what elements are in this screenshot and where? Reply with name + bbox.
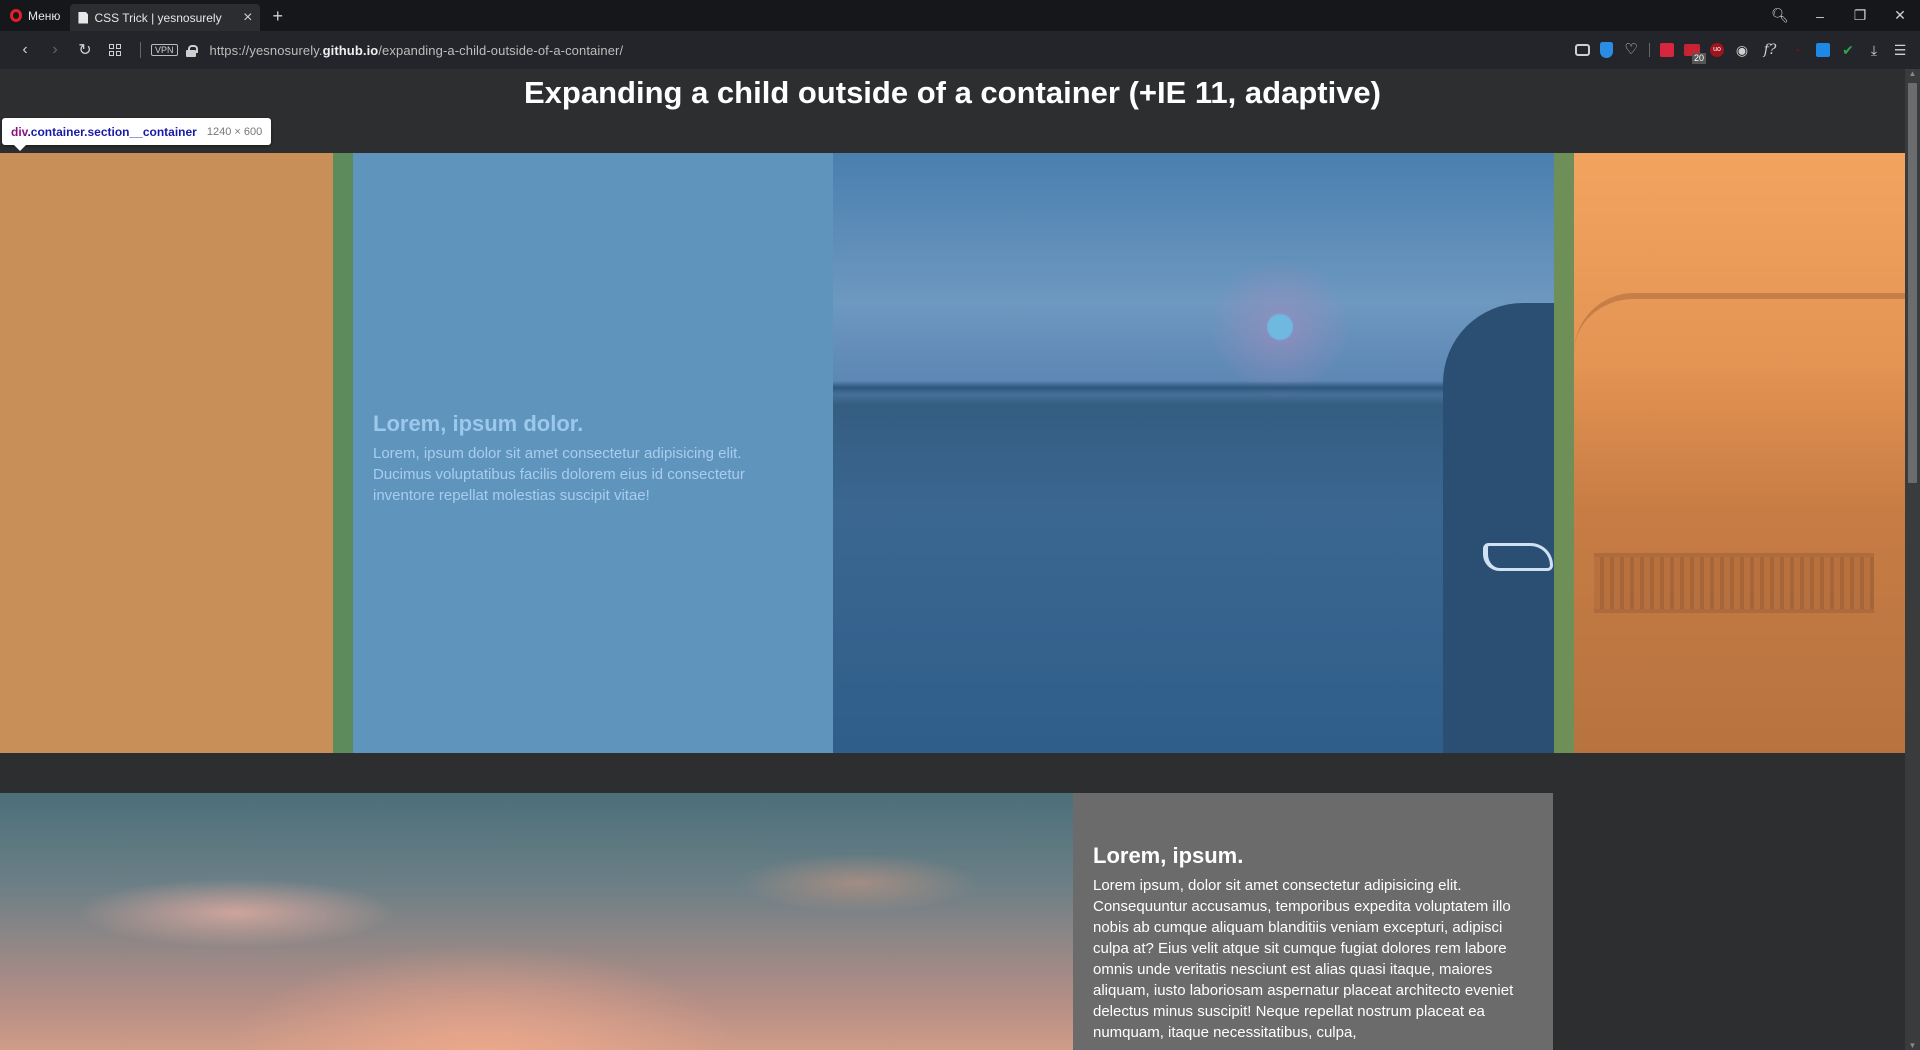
blue-extension-icon[interactable] (1816, 43, 1830, 57)
scroll-up-icon[interactable]: ▲ (1905, 69, 1920, 78)
highlight-margin-left (0, 153, 333, 753)
vpn-badge[interactable]: VPN (151, 44, 178, 56)
page-scrollbar[interactable]: ▲ ▼ (1905, 69, 1920, 1050)
opera-menu-button[interactable]: Меню (0, 0, 70, 31)
section-container-highlighted: Lorem, ipsum dolor. Lorem, ipsum dolor s… (0, 153, 1905, 753)
minimize-window-icon[interactable]: – (1800, 8, 1840, 24)
opera-logo-icon (10, 9, 22, 22)
scrollbar-thumb[interactable] (1908, 83, 1917, 483)
window-controls: 🔍︎ – ❐ ✕ (1760, 0, 1920, 31)
url-field[interactable]: https://yesnosurely.github.io/expanding-… (210, 43, 624, 58)
dark-extension-icon[interactable]: • (1790, 42, 1806, 58)
page-document-icon (78, 11, 89, 24)
page-title: Expanding a child outside of a container… (524, 75, 1381, 110)
section2-body: Lorem ipsum, dolor sit amet consectetur … (1093, 877, 1514, 1041)
mail-extension-icon[interactable]: 20 (1684, 44, 1706, 64)
adblock-shield-icon[interactable] (1600, 42, 1613, 58)
lock-icon[interactable] (185, 44, 198, 57)
restore-window-icon[interactable]: ❐ (1840, 7, 1880, 24)
tab-bar: Меню CSS Trick | yesnosurely × + 🔍︎ – ❐ … (0, 0, 1920, 31)
close-window-icon[interactable]: ✕ (1880, 7, 1920, 24)
section1-body: Lorem, ipsum dolor sit amet consectetur … (373, 445, 745, 504)
browser-search-icon[interactable]: 🔍︎ (1760, 7, 1800, 24)
extensions-toolbar: ♡ 20 uo ◉ f? • ✔ ⤓ ☰ (1575, 42, 1920, 64)
tooltip-tag: div (11, 124, 28, 139)
section1-heading: Lorem, ipsum dolor. (373, 411, 584, 436)
font-finder-icon[interactable]: f? (1760, 42, 1780, 58)
url-scheme: https:// (209, 42, 250, 58)
image-car-roofline (1574, 293, 1905, 473)
tab-grid-icon[interactable] (100, 44, 130, 56)
toolbar-divider (140, 42, 141, 58)
page-viewport: Expanding a child outside of a container… (0, 69, 1905, 1050)
tooltip-selector: div.container.section__container (11, 125, 197, 139)
forward-icon[interactable]: › (40, 41, 70, 59)
red-extension-icon[interactable] (1660, 43, 1674, 57)
bookmark-heart-icon[interactable]: ♡ (1623, 42, 1639, 58)
mail-count-badge: 20 (1691, 53, 1706, 64)
highlight-padding-left (333, 153, 353, 753)
address-bar: ‹ › ↻ VPN https://yesnosurely.github.io/… (0, 31, 1920, 69)
field-sunset-car-image (833, 153, 1643, 753)
eye-icon[interactable]: ◉ (1734, 42, 1750, 58)
opera-menu-label: Меню (28, 8, 61, 23)
tab-title: CSS Trick | yesnosurely (94, 10, 222, 25)
devtools-inspect-tooltip: div.container.section__container 1240 × … (2, 118, 272, 151)
sunset-sky-image (0, 793, 1073, 1050)
image-car-grille (1594, 553, 1874, 613)
browser-tab-active[interactable]: CSS Trick | yesnosurely × (70, 4, 261, 31)
tooltip-dimensions: 1240 × 600 (206, 125, 263, 138)
section-second: Lorem, ipsum. Lorem ipsum, dolor sit ame… (0, 793, 1905, 1050)
ublock-icon[interactable]: uo (1710, 43, 1724, 57)
back-icon[interactable]: ‹ (10, 41, 40, 59)
url-host-prefix: yesnosurely. (249, 42, 323, 58)
tab-close-icon[interactable]: × (243, 9, 252, 26)
url-host-domain: github.io (322, 42, 379, 58)
section2-text: Lorem, ipsum. Lorem ipsum, dolor sit ame… (1093, 843, 1533, 1043)
section1-text: Lorem, ipsum dolor. Lorem, ipsum dolor s… (373, 411, 803, 506)
section2-heading: Lorem, ipsum. (1093, 843, 1244, 868)
highlight-margin-right (1574, 153, 1905, 753)
extensions-divider (1649, 43, 1650, 57)
tooltip-classes: .container.section__container (27, 124, 197, 139)
snapshot-icon[interactable] (1575, 44, 1590, 56)
download-icon[interactable]: ⤓ (1866, 42, 1882, 58)
new-tab-button[interactable]: + (272, 7, 283, 25)
scroll-down-icon[interactable]: ▼ (1905, 1041, 1920, 1050)
easy-setup-menu-icon[interactable]: ☰ (1892, 42, 1908, 58)
url-path: /expanding-a-child-outside-of-a-containe… (378, 42, 624, 58)
image-car-headlight (1483, 543, 1553, 571)
reload-icon[interactable]: ↻ (70, 40, 100, 60)
green-check-extension-icon[interactable]: ✔ (1840, 42, 1856, 58)
highlight-padding-right (1554, 153, 1574, 753)
